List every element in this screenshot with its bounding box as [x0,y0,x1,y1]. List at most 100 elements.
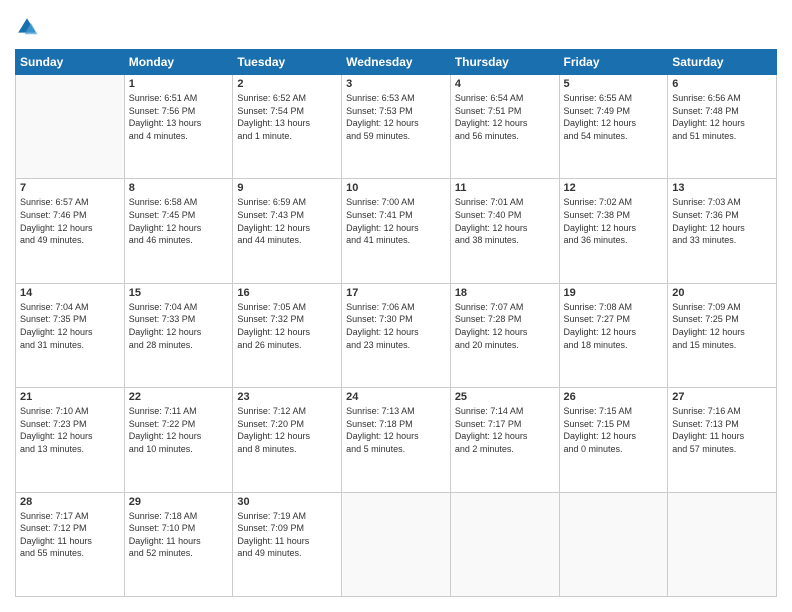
calendar-cell: 2 Sunrise: 6:52 AM Sunset: 7:54 PM Daylig… [233,75,342,179]
calendar-cell: 21Sunrise: 7:10 AM Sunset: 7:23 PM Dayli… [16,388,125,492]
calendar-cell: 27 Sunrise: 7:16 AM Sunset: 7:13 PM Dayli… [668,388,777,492]
header [15,15,777,39]
calendar-cell: 6 Sunrise: 6:56 AM Sunset: 7:48 PM Daylig… [668,75,777,179]
calendar-cell: 25 Sunrise: 7:14 AM Sunset: 7:17 PM Dayli… [450,388,559,492]
day-info: Sunrise: 7:04 AM Sunset: 7:33 PM Dayligh… [129,301,229,351]
day-number: 21 [20,391,120,403]
day-number: 17 [346,287,446,299]
day-number: 8 [129,182,229,194]
day-info: Sunrise: 7:01 AM Sunset: 7:40 PM Dayligh… [455,196,555,246]
calendar-cell: 26Sunrise: 7:15 AM Sunset: 7:15 PM Dayli… [559,388,668,492]
day-info: Sunrise: 7:04 AM Sunset: 7:35 PM Dayligh… [20,301,120,351]
day-info: Sunrise: 6:57 AM Sunset: 7:46 PM Dayligh… [20,196,120,246]
calendar-cell: 9 Sunrise: 6:59 AM Sunset: 7:43 PM Daylig… [233,179,342,283]
day-info: Sunrise: 6:51 AM Sunset: 7:56 PM Dayligh… [129,92,229,142]
calendar-cell: 4 Sunrise: 6:54 AM Sunset: 7:51 PM Daylig… [450,75,559,179]
calendar-cell: 29 Sunrise: 7:18 AM Sunset: 7:10 PM Dayli… [124,492,233,596]
day-number: 27 [672,391,772,403]
calendar-week-row: 14Sunrise: 7:04 AM Sunset: 7:35 PM Dayli… [16,283,777,387]
calendar-week-row: 28Sunrise: 7:17 AM Sunset: 7:12 PM Dayli… [16,492,777,596]
calendar-week-row: 21Sunrise: 7:10 AM Sunset: 7:23 PM Dayli… [16,388,777,492]
weekday-header: Wednesday [342,50,451,75]
day-info: Sunrise: 7:12 AM Sunset: 7:20 PM Dayligh… [237,405,337,455]
day-number: 18 [455,287,555,299]
calendar-table: SundayMondayTuesdayWednesdayThursdayFrid… [15,49,777,597]
calendar-cell [668,492,777,596]
day-info: Sunrise: 6:53 AM Sunset: 7:53 PM Dayligh… [346,92,446,142]
day-number: 30 [237,496,337,508]
day-number: 26 [564,391,664,403]
calendar-cell [450,492,559,596]
calendar-week-row: 7 Sunrise: 6:57 AM Sunset: 7:46 PM Daylig… [16,179,777,283]
calendar-cell [342,492,451,596]
day-info: Sunrise: 7:18 AM Sunset: 7:10 PM Dayligh… [129,510,229,560]
calendar-cell: 18 Sunrise: 7:07 AM Sunset: 7:28 PM Dayli… [450,283,559,387]
calendar-cell: 11 Sunrise: 7:01 AM Sunset: 7:40 PM Dayli… [450,179,559,283]
day-number: 10 [346,182,446,194]
calendar-cell [16,75,125,179]
calendar-cell: 19Sunrise: 7:08 AM Sunset: 7:27 PM Dayli… [559,283,668,387]
calendar-cell: 14Sunrise: 7:04 AM Sunset: 7:35 PM Dayli… [16,283,125,387]
day-info: Sunrise: 6:55 AM Sunset: 7:49 PM Dayligh… [564,92,664,142]
calendar-header-row: SundayMondayTuesdayWednesdayThursdayFrid… [16,50,777,75]
day-number: 11 [455,182,555,194]
calendar-cell: 16 Sunrise: 7:05 AM Sunset: 7:32 PM Dayli… [233,283,342,387]
day-info: Sunrise: 6:56 AM Sunset: 7:48 PM Dayligh… [672,92,772,142]
day-info: Sunrise: 6:58 AM Sunset: 7:45 PM Dayligh… [129,196,229,246]
calendar-week-row: 1 Sunrise: 6:51 AM Sunset: 7:56 PM Daylig… [16,75,777,179]
day-number: 9 [237,182,337,194]
day-number: 4 [455,78,555,90]
day-number: 24 [346,391,446,403]
logo [15,15,43,39]
day-number: 6 [672,78,772,90]
calendar-cell: 30 Sunrise: 7:19 AM Sunset: 7:09 PM Dayli… [233,492,342,596]
day-number: 29 [129,496,229,508]
day-number: 16 [237,287,337,299]
day-info: Sunrise: 7:03 AM Sunset: 7:36 PM Dayligh… [672,196,772,246]
day-info: Sunrise: 7:11 AM Sunset: 7:22 PM Dayligh… [129,405,229,455]
calendar-cell: 13Sunrise: 7:03 AM Sunset: 7:36 PM Dayli… [668,179,777,283]
day-number: 2 [237,78,337,90]
calendar-cell: 22 Sunrise: 7:11 AM Sunset: 7:22 PM Dayli… [124,388,233,492]
day-info: Sunrise: 7:13 AM Sunset: 7:18 PM Dayligh… [346,405,446,455]
calendar-cell: 5Sunrise: 6:55 AM Sunset: 7:49 PM Daylig… [559,75,668,179]
page: SundayMondayTuesdayWednesdayThursdayFrid… [0,0,792,612]
day-number: 15 [129,287,229,299]
weekday-header: Saturday [668,50,777,75]
calendar-cell: 12 Sunrise: 7:02 AM Sunset: 7:38 PM Dayli… [559,179,668,283]
calendar-cell: 20 Sunrise: 7:09 AM Sunset: 7:25 PM Dayli… [668,283,777,387]
calendar-cell [559,492,668,596]
weekday-header: Thursday [450,50,559,75]
day-info: Sunrise: 6:54 AM Sunset: 7:51 PM Dayligh… [455,92,555,142]
day-info: Sunrise: 7:08 AM Sunset: 7:27 PM Dayligh… [564,301,664,351]
day-number: 1 [129,78,229,90]
calendar-cell: 10Sunrise: 7:00 AM Sunset: 7:41 PM Dayli… [342,179,451,283]
day-number: 25 [455,391,555,403]
calendar-cell: 23 Sunrise: 7:12 AM Sunset: 7:20 PM Dayli… [233,388,342,492]
day-info: Sunrise: 7:14 AM Sunset: 7:17 PM Dayligh… [455,405,555,455]
weekday-header: Monday [124,50,233,75]
logo-icon [15,15,39,39]
day-info: Sunrise: 6:59 AM Sunset: 7:43 PM Dayligh… [237,196,337,246]
day-number: 20 [672,287,772,299]
weekday-header: Sunday [16,50,125,75]
calendar-cell: 7 Sunrise: 6:57 AM Sunset: 7:46 PM Daylig… [16,179,125,283]
day-info: Sunrise: 7:16 AM Sunset: 7:13 PM Dayligh… [672,405,772,455]
calendar-cell: 28Sunrise: 7:17 AM Sunset: 7:12 PM Dayli… [16,492,125,596]
day-number: 3 [346,78,446,90]
day-number: 22 [129,391,229,403]
calendar-body: 1 Sunrise: 6:51 AM Sunset: 7:56 PM Daylig… [16,75,777,597]
day-info: Sunrise: 7:02 AM Sunset: 7:38 PM Dayligh… [564,196,664,246]
day-number: 7 [20,182,120,194]
day-number: 23 [237,391,337,403]
day-info: Sunrise: 7:09 AM Sunset: 7:25 PM Dayligh… [672,301,772,351]
day-number: 12 [564,182,664,194]
day-info: Sunrise: 7:06 AM Sunset: 7:30 PM Dayligh… [346,301,446,351]
day-info: Sunrise: 7:05 AM Sunset: 7:32 PM Dayligh… [237,301,337,351]
calendar-cell: 1 Sunrise: 6:51 AM Sunset: 7:56 PM Daylig… [124,75,233,179]
day-info: Sunrise: 6:52 AM Sunset: 7:54 PM Dayligh… [237,92,337,142]
calendar-cell: 3 Sunrise: 6:53 AM Sunset: 7:53 PM Daylig… [342,75,451,179]
weekday-header: Tuesday [233,50,342,75]
day-info: Sunrise: 7:07 AM Sunset: 7:28 PM Dayligh… [455,301,555,351]
day-info: Sunrise: 7:19 AM Sunset: 7:09 PM Dayligh… [237,510,337,560]
